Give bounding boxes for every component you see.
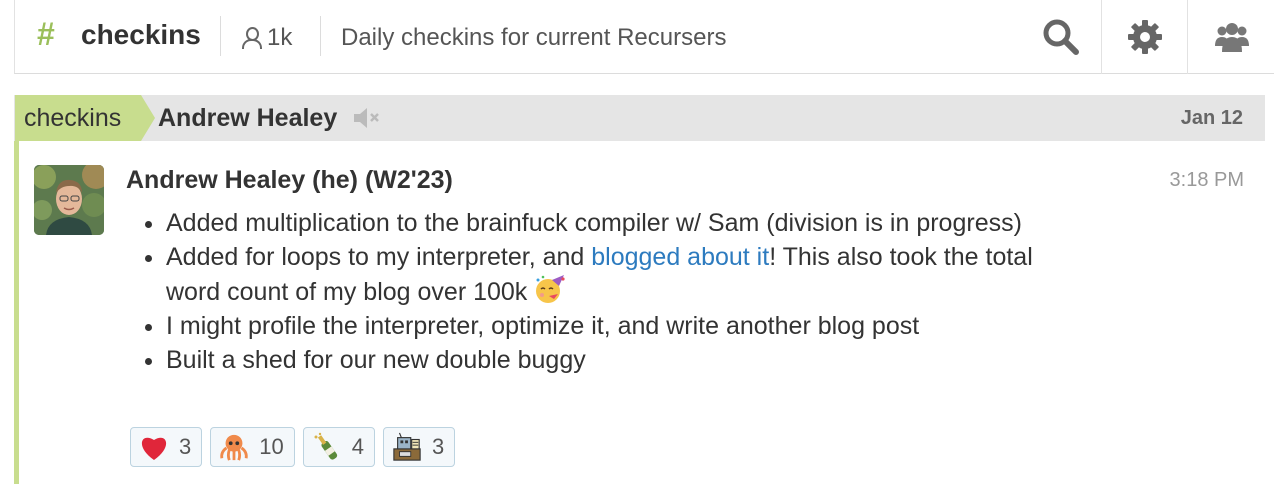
robot-at-desk-icon	[392, 432, 422, 462]
reaction-octopus[interactable]: 10	[210, 427, 295, 467]
list-item: I might profile the interpreter, optimiz…	[166, 309, 1046, 343]
reaction-robot[interactable]: 3	[382, 427, 456, 467]
list-item: Built a shed for our new double buggy	[166, 343, 1046, 377]
search-icon	[1043, 19, 1079, 55]
topic-name[interactable]: Andrew Healey	[158, 95, 337, 141]
reaction-count: 10	[259, 434, 284, 459]
subscriber-count-value: 1k	[267, 24, 293, 51]
person-icon	[241, 26, 262, 50]
partying-face-icon	[536, 275, 565, 303]
list-item: Added for loops to my interpreter, and b…	[166, 240, 1046, 309]
octopus-icon	[219, 432, 249, 462]
search-button[interactable]	[1021, 0, 1101, 74]
reaction-count: 4	[351, 434, 364, 459]
blog-link[interactable]: blogged about it	[591, 243, 769, 271]
stream-hash-icon: #	[37, 16, 55, 52]
reaction-count: 3	[431, 434, 445, 459]
message-time[interactable]: 3:18 PM	[1170, 166, 1244, 194]
subscriber-count[interactable]: 1k	[241, 20, 292, 56]
message-content: Added multiplication to the brainfuck co…	[136, 206, 1046, 377]
reaction-champagne[interactable]: 4	[302, 427, 375, 467]
divider	[220, 16, 221, 56]
reactions-row: 3 10 4 3	[130, 427, 456, 467]
avatar-image	[34, 165, 104, 235]
list-item: Added multiplication to the brainfuck co…	[166, 206, 1046, 240]
users-icon	[1215, 23, 1249, 52]
muted-speaker-icon[interactable]	[352, 106, 382, 130]
settings-button[interactable]	[1101, 0, 1188, 74]
stream-color-border	[14, 141, 19, 484]
heart-icon	[139, 432, 169, 462]
recipient-date: Jan 12	[1180, 107, 1243, 129]
champagne-icon	[312, 432, 342, 462]
avatar[interactable]	[34, 165, 104, 235]
recipient-bar: checkins Andrew Healey Jan 12	[14, 95, 1265, 141]
stream-title[interactable]: checkins	[81, 16, 201, 54]
stream-header: # checkins 1k Daily checkins for current…	[14, 0, 1274, 74]
stream-description: Daily checkins for current Recursers	[341, 24, 727, 51]
reaction-heart[interactable]: 3	[130, 427, 203, 467]
gear-icon	[1128, 20, 1162, 54]
reaction-count: 3	[179, 434, 192, 459]
subscribers-button[interactable]	[1187, 0, 1274, 74]
recipient-stream-link[interactable]: checkins	[15, 95, 155, 141]
sender-name[interactable]: Andrew Healey (he) (W2'23)	[126, 163, 453, 197]
divider	[320, 16, 321, 56]
